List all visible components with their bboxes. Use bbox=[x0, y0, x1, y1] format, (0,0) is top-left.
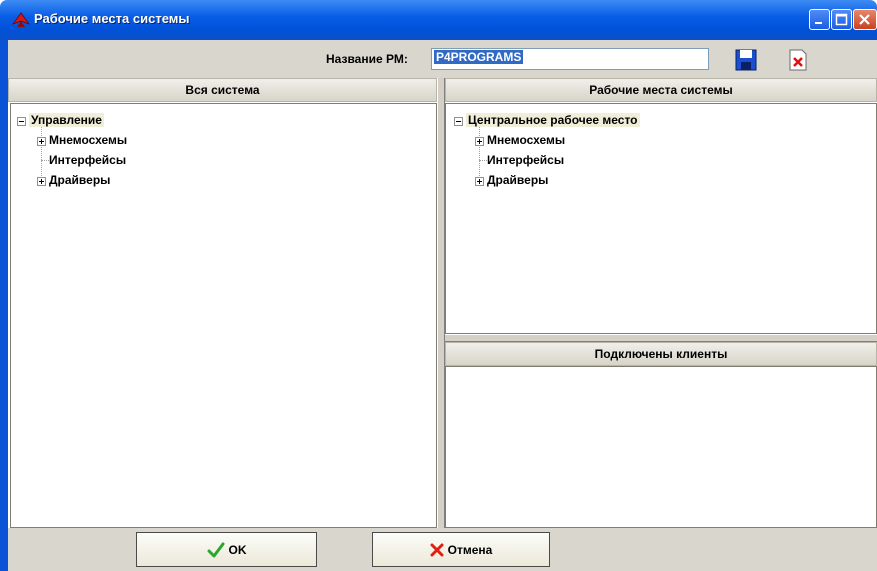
horizontal-splitter[interactable] bbox=[445, 334, 877, 342]
collapse-toggle-icon[interactable] bbox=[17, 117, 26, 126]
workplaces-tree[interactable]: Центральное рабочее место Мнемосхемы Инт… bbox=[445, 103, 877, 334]
tree-guide-line bbox=[41, 127, 42, 180]
expand-toggle-icon[interactable] bbox=[37, 177, 46, 186]
workplaces-header: Рабочие места системы bbox=[445, 78, 877, 102]
maximize-icon bbox=[835, 13, 848, 26]
minimize-button[interactable] bbox=[809, 9, 830, 30]
close-button[interactable] bbox=[853, 9, 877, 30]
clients-header: Подключены клиенты bbox=[445, 342, 877, 366]
ok-button-label: OK bbox=[228, 542, 247, 557]
cross-icon bbox=[430, 543, 444, 556]
collapse-toggle-icon[interactable] bbox=[454, 117, 463, 126]
tree-guide-line bbox=[41, 160, 49, 161]
title-bar[interactable]: Рабочие места системы bbox=[0, 0, 877, 40]
name-input[interactable]: P4PROGRAMS bbox=[431, 48, 709, 70]
window-frame-left bbox=[0, 40, 8, 571]
ok-button[interactable]: OK bbox=[136, 532, 317, 567]
tree-item-mnemo[interactable]: Мнемосхемы bbox=[487, 133, 565, 147]
tree-item-mnemo[interactable]: Мнемосхемы bbox=[49, 133, 127, 147]
delete-icon[interactable] bbox=[785, 47, 811, 73]
minimize-icon bbox=[815, 22, 822, 24]
close-icon bbox=[859, 14, 870, 25]
expand-toggle-icon[interactable] bbox=[475, 137, 484, 146]
window-title: Рабочие места системы bbox=[34, 11, 190, 26]
button-bar: OK Отмена bbox=[8, 528, 877, 571]
toolbar: Название РМ: P4PROGRAMS bbox=[8, 40, 877, 78]
clients-list[interactable] bbox=[445, 366, 877, 528]
all-system-tree[interactable]: Управление Мнемосхемы Интерфейсы Драйвер… bbox=[10, 103, 437, 528]
vertical-splitter[interactable] bbox=[437, 78, 445, 528]
tree-item-drivers[interactable]: Драйверы bbox=[487, 173, 548, 187]
tree-item-drivers[interactable]: Драйверы bbox=[49, 173, 110, 187]
cancel-button-label: Отмена bbox=[447, 542, 493, 557]
all-system-header: Вся система bbox=[8, 78, 437, 102]
tree-item-interfaces[interactable]: Интерфейсы bbox=[49, 153, 126, 167]
name-label: Название РМ: bbox=[326, 52, 408, 66]
cancel-button[interactable]: Отмена bbox=[372, 532, 550, 567]
save-icon[interactable] bbox=[733, 47, 759, 73]
name-input-value: P4PROGRAMS bbox=[434, 50, 524, 64]
app-logo-icon bbox=[12, 12, 30, 27]
expand-toggle-icon[interactable] bbox=[475, 177, 484, 186]
tree-root-item[interactable]: Центральное рабочее место bbox=[466, 113, 640, 127]
tree-item-interfaces[interactable]: Интерфейсы bbox=[487, 153, 564, 167]
tree-guide-line bbox=[479, 160, 487, 161]
tree-guide-line bbox=[479, 127, 480, 180]
expand-toggle-icon[interactable] bbox=[37, 137, 46, 146]
checkmark-icon bbox=[207, 542, 224, 557]
maximize-button[interactable] bbox=[831, 9, 852, 30]
tree-root-item[interactable]: Управление bbox=[29, 113, 104, 127]
